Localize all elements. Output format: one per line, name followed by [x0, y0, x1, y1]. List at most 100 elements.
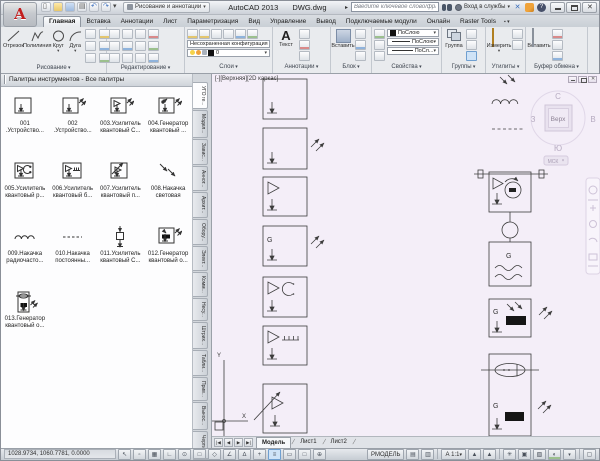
palette-tab[interactable]: Несу... [193, 298, 208, 321]
navigation-bar[interactable] [586, 178, 600, 274]
annotation-visibility-icon[interactable]: ▲ [468, 449, 481, 460]
viewcube-east[interactable]: В [590, 115, 595, 124]
linetype-list-icon[interactable] [374, 51, 385, 61]
transparency-toggle[interactable]: ▭ [283, 449, 296, 460]
quick-select-icon[interactable] [512, 29, 523, 39]
array-tool-icon[interactable] [135, 53, 146, 63]
tab-raster-tools[interactable]: Raster Tools [455, 17, 501, 27]
selection-cycling-toggle[interactable]: ⊕ [313, 449, 326, 460]
palette-item[interactable]: 008.Накачка световая [144, 160, 192, 220]
palette-item[interactable]: 003.Усилитель квантовый С... [97, 95, 145, 155]
layer-state-combo[interactable]: Несохраненная конфигурация сло [187, 40, 270, 48]
open-file-icon[interactable] [53, 2, 63, 12]
tab-layout1[interactable]: Лист1 [295, 437, 321, 448]
group-tool[interactable]: Группа [444, 29, 464, 49]
panel-utilities-label[interactable]: Утилиты [486, 63, 525, 73]
palette-properties-button[interactable] [193, 458, 208, 460]
tab-annotate[interactable]: Аннотации [116, 17, 159, 27]
coordinates-display[interactable]: 1028.9734, 1060.7781, 0.0000 [4, 449, 116, 459]
viewcube-south[interactable]: Ю [554, 144, 562, 153]
palette-item[interactable]: 011.Усилитель квантовый С... [97, 225, 145, 285]
scale-tool-icon[interactable] [122, 53, 133, 63]
ribbon-minimize-icon[interactable] [504, 19, 510, 27]
edit-block-icon[interactable] [355, 40, 366, 50]
tab-output[interactable]: Вывод [311, 17, 341, 27]
palette-item[interactable]: 013.Генератор квантовый о... [1, 290, 49, 350]
palette-item[interactable]: 001 .Устройство... [1, 95, 49, 155]
viewcube-west[interactable]: З [531, 115, 536, 124]
quick-view-layouts-icon[interactable]: ▤ [406, 449, 419, 460]
annotation-scale-control[interactable]: А 1:1 [441, 449, 466, 460]
panel-clipboard-label[interactable]: Буфер обмена [526, 63, 587, 73]
tab-parametric[interactable]: Параметризация [182, 17, 243, 27]
panel-annotation-label[interactable]: Аннотации [273, 63, 330, 73]
plot-icon[interactable] [77, 2, 87, 12]
autodesk-360-icon[interactable] [525, 3, 534, 12]
layer-match-icon[interactable] [247, 29, 258, 39]
redo-icon[interactable] [101, 2, 111, 12]
polar-tracking-toggle[interactable]: ⊙ [178, 449, 191, 460]
copy-clip-icon[interactable] [552, 40, 563, 50]
status-menu-icon[interactable] [563, 449, 576, 460]
model-space-toggle[interactable]: РМОДЕЛЬ [367, 449, 404, 460]
trim-tool-icon[interactable] [135, 29, 146, 39]
maximize-button[interactable] [566, 2, 581, 13]
circle-tool[interactable]: Круг [51, 29, 66, 52]
palette-tab[interactable]: Аннот... [193, 166, 208, 191]
palette-item[interactable]: 012.Генератор квантовый о... [144, 225, 192, 285]
viewcube-top[interactable]: Верх [551, 116, 566, 123]
create-block-icon[interactable] [355, 29, 366, 39]
layer-properties-icon[interactable] [187, 29, 198, 39]
tab-layout[interactable]: Лист [158, 17, 182, 27]
infer-constraints-toggle[interactable]: ↖ [118, 449, 131, 460]
explode-tool-icon[interactable] [148, 53, 159, 63]
rotate-tool-icon[interactable] [122, 29, 133, 39]
calculator-icon[interactable] [512, 40, 523, 50]
tab-layout2[interactable]: Лист2 [326, 437, 352, 448]
palette-tab[interactable]: Элект... [193, 246, 208, 271]
viewcube-north[interactable]: С [555, 92, 561, 101]
match-properties-icon[interactable] [374, 29, 385, 39]
group-selection-toggle-icon[interactable] [466, 51, 477, 61]
palette-tab[interactable]: Вынос... [193, 402, 208, 429]
workspace-switcher[interactable]: Рисование и аннотации [123, 2, 210, 13]
snap-toggle[interactable]: ▫ [133, 449, 146, 460]
panel-properties-label[interactable]: Свойства [372, 63, 441, 73]
paste-tool[interactable]: Вставить [528, 29, 550, 49]
layer-off-icon[interactable] [199, 29, 210, 39]
doc-restore-button[interactable] [578, 76, 587, 83]
palette-tab[interactable]: Табли... [193, 350, 208, 376]
grid-toggle[interactable]: ▦ [148, 449, 161, 460]
workspace-switch-icon[interactable]: ✳ [503, 449, 516, 460]
leader-tool-icon[interactable] [299, 40, 310, 50]
layer-lock-icon[interactable] [235, 29, 246, 39]
palette-tab[interactable]: Штрих... [193, 322, 208, 349]
tab-view[interactable]: Вид [243, 17, 265, 27]
arc-tool[interactable]: Дуга [68, 29, 83, 52]
layer-combo[interactable]: 0 [187, 49, 270, 57]
tab-manage[interactable]: Управление [265, 17, 311, 27]
otrack-toggle[interactable]: ∠ [223, 449, 236, 460]
save-icon[interactable] [65, 2, 75, 12]
layer-isolate-icon[interactable] [211, 29, 222, 39]
point-tool-icon[interactable] [85, 53, 96, 63]
linetype-combo[interactable]: ПоСл... [387, 47, 439, 55]
prev-layout-icon[interactable]: ◀ [224, 438, 233, 447]
mirror-tool-icon[interactable] [122, 41, 133, 51]
dynamic-input-toggle[interactable]: + [253, 449, 266, 460]
doc-minimize-button[interactable] [568, 76, 577, 83]
palette-item[interactable]: 007.Усилитель квантовый п... [97, 160, 145, 220]
doc-close-button[interactable] [588, 76, 597, 83]
palette-item[interactable]: 006.Усилитель квантовый б... [49, 160, 97, 220]
panel-modify-label[interactable]: Редактирование [107, 64, 184, 73]
color-combo[interactable]: ПоСлою [387, 29, 439, 37]
insert-block-tool[interactable]: Вставить [333, 29, 353, 49]
infocenter-search-input[interactable] [351, 2, 439, 12]
panel-groups-label[interactable]: Группы [442, 63, 485, 73]
viewport-controls-label[interactable]: [-][Верхняя][2D каркас] [215, 76, 278, 82]
next-layout-icon[interactable]: ▶ [234, 438, 243, 447]
palette-tab[interactable]: Завис... [193, 139, 208, 165]
clean-screen-icon[interactable]: ▢ [583, 449, 596, 460]
tab-online[interactable]: Онлайн [422, 17, 455, 27]
signin-control[interactable]: Вход в службы [455, 4, 510, 11]
